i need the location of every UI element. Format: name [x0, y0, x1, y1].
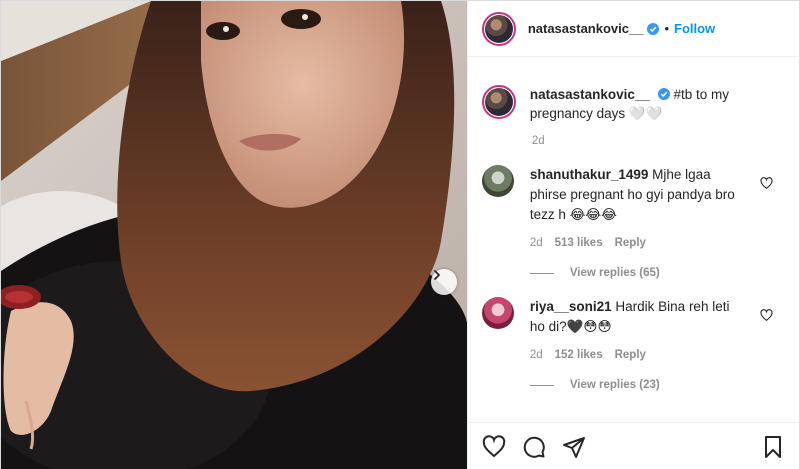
heart-icon[interactable] — [482, 434, 506, 459]
heart-icon[interactable] — [760, 177, 773, 190]
share-icon[interactable] — [562, 435, 586, 459]
author-username[interactable]: natasastankovic__ — [528, 21, 644, 36]
post-dialog: natasastankovic__ • Follow natasastankov… — [0, 0, 800, 469]
comment-time[interactable]: 2d — [530, 237, 543, 249]
comment-time[interactable]: 2d — [530, 349, 543, 361]
post-photo[interactable] — [1, 1, 467, 469]
comments-area[interactable]: natasastankovic__ #tb to my pregnancy da… — [468, 58, 799, 422]
commenter-username[interactable]: riya__soni21 — [530, 299, 612, 314]
commenter-avatar[interactable] — [481, 165, 514, 197]
comment-likes[interactable]: 513 likes — [555, 237, 603, 249]
heart-icon[interactable] — [760, 309, 773, 322]
caption-author-avatar[interactable] — [481, 85, 516, 119]
verified-badge-icon — [647, 22, 660, 35]
view-replies-label: View replies (65) — [569, 267, 660, 279]
commenter-username[interactable]: shanuthakur_1499 — [530, 167, 649, 182]
author-avatar[interactable] — [481, 11, 516, 46]
post-header: natasastankovic__ • Follow — [467, 1, 799, 57]
comment-icon[interactable] — [522, 435, 546, 459]
post-action-bar — [467, 422, 799, 469]
verified-badge-icon — [657, 88, 670, 100]
view-replies-button[interactable]: View replies (65) — [529, 267, 785, 279]
post-caption: natasastankovic__ #tb to my pregnancy da… — [481, 58, 785, 123]
reply-button[interactable]: Reply — [615, 237, 646, 249]
post-photo-illustration — [1, 1, 467, 469]
commenter-avatar[interactable] — [481, 297, 514, 329]
bookmark-icon[interactable] — [761, 435, 785, 459]
post-side-panel: natasastankovic__ • Follow natasastankov… — [466, 1, 799, 469]
comment-item: shanuthakur_1499 Mjhe lgaa phirse pregna… — [481, 165, 785, 249]
caption-author[interactable]: natasastankovic__ — [530, 87, 650, 102]
header-separator: • — [664, 21, 670, 36]
chevron-right-icon — [434, 270, 440, 280]
caption-timestamp[interactable]: 2d — [532, 135, 785, 147]
comment-item: riya__soni21 Hardik Bina reh leti ho di?… — [481, 297, 785, 361]
view-replies-button[interactable]: View replies (23) — [529, 379, 785, 391]
follow-button[interactable]: Follow — [674, 21, 715, 36]
comment-likes[interactable]: 152 likes — [555, 349, 603, 361]
caption-text-block: natasastankovic__ #tb to my pregnancy da… — [530, 85, 785, 123]
reply-button[interactable]: Reply — [615, 349, 646, 361]
next-photo-button[interactable] — [431, 269, 457, 295]
view-replies-label: View replies (23) — [569, 379, 660, 391]
